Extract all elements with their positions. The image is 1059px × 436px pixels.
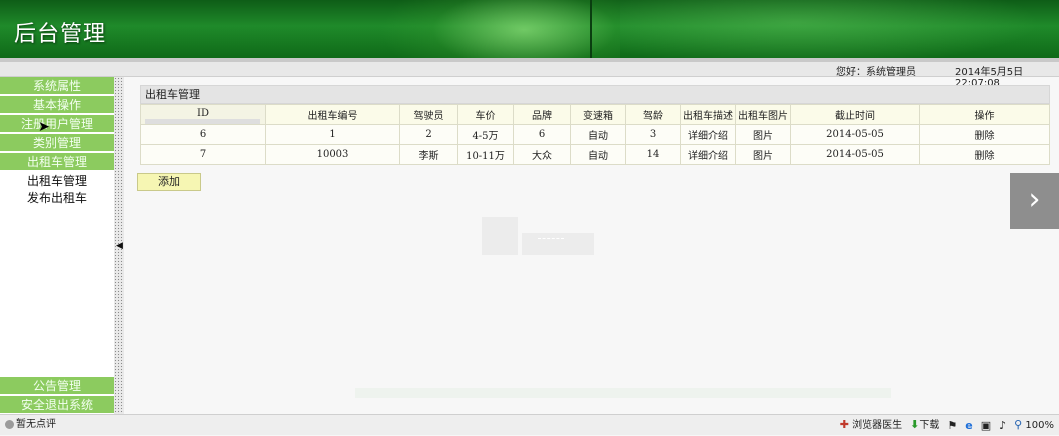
sidebar-item-category-management[interactable]: 类别管理 bbox=[0, 134, 114, 152]
header-divider bbox=[590, 0, 592, 58]
cell-brand: 大众 bbox=[513, 144, 571, 165]
greeting-text: 您好：系统管理员 bbox=[836, 67, 916, 78]
status-tools: ✚ 浏览器医生 ⬇下载 ⚑ e ▣ ♪ ⚲ 100% bbox=[840, 415, 1054, 436]
cell-driving-years: 3 bbox=[625, 124, 681, 145]
header-decoration-right bbox=[620, 0, 1059, 58]
faint-strip bbox=[355, 388, 891, 398]
column-header-description: 出租车描述 bbox=[680, 104, 736, 125]
app-title: 后台管理 bbox=[14, 22, 107, 47]
cell-gearbox: 自动 bbox=[570, 124, 626, 145]
column-header-brand: 品牌 bbox=[513, 104, 571, 125]
details-link[interactable]: 详细介绍 bbox=[680, 144, 736, 165]
sidebar-item-logout[interactable]: 安全退出系统 bbox=[0, 396, 114, 414]
rating-text: 暂无点评 bbox=[16, 419, 56, 430]
delete-link[interactable]: 删除 bbox=[919, 124, 1050, 145]
cell-brand: 6 bbox=[513, 124, 571, 145]
cell-id: 6 bbox=[140, 124, 266, 145]
column-header-id: ID bbox=[140, 104, 266, 125]
next-arrow-button[interactable]: › bbox=[1010, 173, 1059, 229]
taxi-table: ID 出租车编号 驾驶员 车价 品牌 变速箱 驾龄 出租车描述 出租车图片 截止… bbox=[140, 104, 1050, 165]
header-decoration bbox=[380, 0, 620, 58]
taxi-management-panel: 出租车管理 ID 出租车编号 驾驶员 车价 品牌 变速箱 驾龄 出租车描述 出租… bbox=[140, 85, 1050, 165]
sidebar-item-basic-operations[interactable]: 基本操作 bbox=[0, 96, 114, 114]
column-header-driver: 驾驶员 bbox=[399, 104, 458, 125]
column-header-gearbox: 变速箱 bbox=[570, 104, 626, 125]
sidebar-item-system-attributes[interactable]: 系统属性 bbox=[0, 77, 114, 95]
delete-link[interactable]: 删除 bbox=[919, 144, 1050, 165]
ie-icon[interactable]: e bbox=[965, 416, 972, 436]
loading-placeholder bbox=[482, 217, 594, 255]
zoom-control[interactable]: ⚲ 100% bbox=[1014, 415, 1054, 436]
mouse-cursor-icon: ➤ bbox=[38, 119, 50, 135]
browser-doctor-button[interactable]: ✚ 浏览器医生 bbox=[840, 415, 902, 436]
table-row: 7 10003 李斯 10-11万 大众 自动 14 详细介绍 图片 2014-… bbox=[140, 144, 1050, 165]
speaker-icon[interactable]: ♪ bbox=[999, 416, 1006, 436]
browser-status-bar: 暂无点评 ✚ 浏览器医生 ⬇下载 ⚑ e ▣ ♪ ⚲ 100% bbox=[0, 414, 1059, 435]
panel-title: 出租车管理 bbox=[140, 85, 1050, 104]
cell-driver: 2 bbox=[399, 124, 458, 145]
table-row: 6 1 2 4-5万 6 自动 3 详细介绍 图片 2014-05-05 删除 bbox=[140, 124, 1050, 145]
cell-price: 4-5万 bbox=[457, 124, 514, 145]
cell-taxi-number: 1 bbox=[265, 124, 400, 145]
column-header-price: 车价 bbox=[457, 104, 514, 125]
flag-icon[interactable]: ⚑ bbox=[947, 416, 957, 436]
collapse-arrow-icon[interactable]: ◀ bbox=[116, 241, 123, 251]
cell-taxi-number: 10003 bbox=[265, 144, 400, 165]
window-icon[interactable]: ▣ bbox=[981, 416, 991, 436]
column-header-taxi-number: 出租车编号 bbox=[265, 104, 400, 125]
download-icon: ⬇ bbox=[910, 418, 920, 431]
app-header: 后台管理 bbox=[0, 0, 1059, 58]
add-button[interactable]: 添加 bbox=[137, 173, 201, 191]
placeholder-dash bbox=[538, 238, 564, 241]
cell-id: 7 bbox=[140, 144, 266, 165]
cell-price: 10-11万 bbox=[457, 144, 514, 165]
sidebar-subitem-taxi-management[interactable]: 出租车管理 bbox=[0, 172, 114, 190]
cell-deadline: 2014-05-05 bbox=[790, 144, 920, 165]
sidebar: 系统属性 基本操作 注册用户管理 类别管理 出租车管理 出租车管理 发布出租车 … bbox=[0, 77, 114, 414]
rating-icon bbox=[5, 419, 14, 429]
download-button[interactable]: ⬇下载 bbox=[910, 415, 939, 436]
image-link[interactable]: 图片 bbox=[735, 144, 791, 165]
cell-driver: 李斯 bbox=[399, 144, 458, 165]
sidebar-subitem-publish-taxi[interactable]: 发布出租车 bbox=[0, 189, 114, 207]
placeholder-block bbox=[522, 233, 594, 255]
cell-gearbox: 自动 bbox=[570, 144, 626, 165]
column-header-driving-years: 驾龄 bbox=[625, 104, 681, 125]
cell-driving-years: 14 bbox=[625, 144, 681, 165]
sidebar-item-announcements[interactable]: 公告管理 bbox=[0, 377, 114, 395]
sidebar-item-taxi-management[interactable]: 出租车管理 bbox=[0, 153, 114, 171]
image-link[interactable]: 图片 bbox=[735, 124, 791, 145]
table-header-row: ID 出租车编号 驾驶员 车价 品牌 变速箱 驾龄 出租车描述 出租车图片 截止… bbox=[140, 104, 1050, 125]
rating-status[interactable]: 暂无点评 bbox=[5, 415, 56, 435]
info-bar: 您好：系统管理员 2014年5月5日 22:07:08 bbox=[0, 62, 1059, 89]
details-link[interactable]: 详细介绍 bbox=[680, 124, 736, 145]
column-header-deadline: 截止时间 bbox=[790, 104, 920, 125]
sidebar-item-registered-users[interactable]: 注册用户管理 bbox=[0, 115, 114, 133]
sidebar-splitter[interactable]: ◀ bbox=[114, 77, 124, 414]
column-header-image: 出租车图片 bbox=[735, 104, 791, 125]
cell-deadline: 2014-05-05 bbox=[790, 124, 920, 145]
placeholder-block bbox=[482, 217, 518, 255]
id-header-bar bbox=[145, 119, 260, 124]
column-header-actions: 操作 bbox=[919, 104, 1050, 125]
zoom-icon: ⚲ bbox=[1014, 418, 1023, 431]
doctor-icon: ✚ bbox=[839, 418, 849, 431]
